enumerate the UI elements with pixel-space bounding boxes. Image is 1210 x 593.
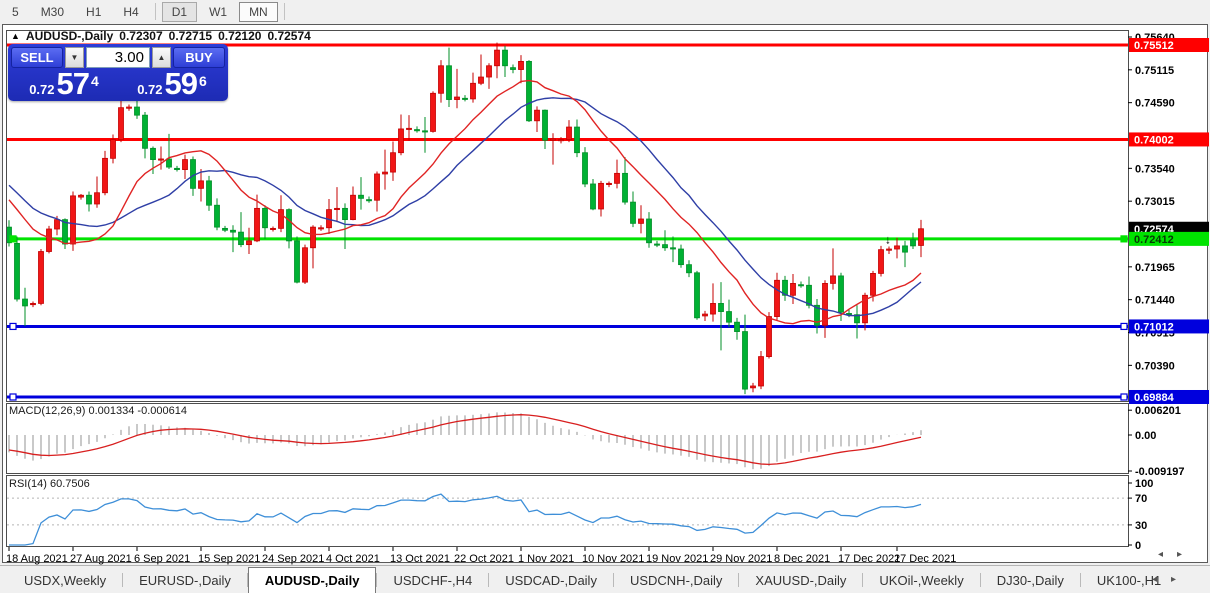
svg-text:27 Dec 2021: 27 Dec 2021 [894, 553, 956, 565]
symbol-tab-ukoil-weekly[interactable]: UKOil-,Weekly [863, 566, 979, 593]
mt4-window: 5M30H1H4D1W1MN ↓0.756400.751150.745900.7… [0, 0, 1210, 593]
svg-text:27 Aug 2021: 27 Aug 2021 [70, 553, 132, 565]
arrow-down-icon: ▼ [71, 53, 79, 62]
svg-text:0.74002: 0.74002 [1134, 134, 1174, 146]
macd-indicator-label: MACD(12,26,9) 0.001334 -0.000614 [9, 405, 187, 417]
svg-text:19 Nov 2021: 19 Nov 2021 [646, 553, 708, 565]
svg-text:22 Oct 2021: 22 Oct 2021 [454, 553, 514, 565]
svg-text:17 Dec 2021: 17 Dec 2021 [838, 553, 900, 565]
svg-text:0.006201: 0.006201 [1135, 405, 1181, 417]
line-handle[interactable] [1121, 394, 1127, 400]
quote-open: 0.72307 [119, 29, 162, 43]
volume-decrease-button[interactable]: ▼ [65, 47, 84, 68]
svg-text:0.73015: 0.73015 [1135, 196, 1175, 208]
svg-text:0.71012: 0.71012 [1134, 321, 1174, 333]
price-axis[interactable]: 0.756400.751150.745900.735400.730150.719… [1128, 32, 1209, 552]
sell-button[interactable]: SELL [11, 47, 63, 68]
arrow-up-icon: ▲ [158, 53, 166, 62]
ask-big-digits: 59 [165, 71, 197, 97]
svg-text:0.74590: 0.74590 [1135, 98, 1175, 110]
symbol-period-label: AUDUSD-,Daily [26, 29, 113, 43]
buy-button[interactable]: BUY [173, 47, 225, 68]
line-handle[interactable] [1121, 323, 1127, 329]
symbol-tab-eurusd-daily[interactable]: EURUSD-,Daily [123, 566, 247, 593]
svg-text:4 Oct 2021: 4 Oct 2021 [326, 553, 380, 565]
pane-borders [7, 31, 1129, 547]
bid-pip-digit: 4 [91, 69, 99, 93]
quote-line: ▲ AUDUSD-,Daily 0.72307 0.72715 0.72120 … [11, 29, 311, 43]
svg-text:24 Sep 2021: 24 Sep 2021 [262, 553, 324, 565]
date-scroll-arrows: ◂ ▸ [1158, 549, 1182, 560]
svg-text:0.71440: 0.71440 [1135, 295, 1175, 307]
tab-scroll-right-icon[interactable]: ▸ [1171, 574, 1176, 585]
scroll-right-icon[interactable]: ▸ [1177, 549, 1182, 560]
tab-scroll-left-icon[interactable]: ◂ [1152, 574, 1157, 585]
svg-text:0.75115: 0.75115 [1135, 65, 1174, 77]
collapse-panel-icon[interactable]: ▲ [11, 31, 20, 41]
svg-text:0.75512: 0.75512 [1134, 40, 1174, 52]
svg-text:100: 100 [1135, 478, 1153, 490]
ask-price-display[interactable]: 0.72 59 6 [119, 69, 225, 98]
scroll-left-icon[interactable]: ◂ [1158, 549, 1163, 560]
ask-prefix: 0.72 [137, 82, 162, 97]
symbol-tab-bar: USDX,WeeklyEURUSD-,DailyAUDUSD-,DailyUSD… [0, 565, 1210, 593]
line-handle[interactable] [10, 394, 16, 400]
ask-pip-digit: 6 [199, 69, 207, 93]
volume-increase-button[interactable]: ▲ [152, 47, 171, 68]
svg-text:15 Sep 2021: 15 Sep 2021 [198, 553, 260, 565]
svg-text:-0.009197: -0.009197 [1135, 466, 1185, 478]
quote-low: 0.72120 [218, 29, 261, 43]
symbol-tab-dj30-daily[interactable]: DJ30-,Daily [981, 566, 1080, 593]
svg-text:30: 30 [1135, 520, 1147, 532]
svg-text:0.72412: 0.72412 [1134, 234, 1174, 246]
svg-text:13 Oct 2021: 13 Oct 2021 [390, 553, 450, 565]
date-axis[interactable]: 18 Aug 202127 Aug 20216 Sep 2021 15 Sep 2… [6, 547, 956, 565]
svg-text:10 Nov 2021: 10 Nov 2021 [582, 553, 644, 565]
svg-text:18 Aug 2021: 18 Aug 2021 [6, 553, 68, 565]
bid-big-digits: 57 [57, 71, 89, 97]
one-click-trade-panel: SELL ▼ ▲ BUY 0.72 57 4 0.72 59 [8, 44, 228, 101]
quote-close: 0.72574 [267, 29, 310, 43]
svg-text:0.00: 0.00 [1135, 430, 1156, 442]
svg-text:8 Dec 2021: 8 Dec 2021 [774, 553, 830, 565]
symbol-tab-audusd-daily[interactable]: AUDUSD-,Daily [248, 567, 377, 593]
svg-text:0.71965: 0.71965 [1135, 262, 1175, 274]
symbol-tab-xauusd-daily[interactable]: XAUUSD-,Daily [739, 566, 862, 593]
svg-text:0: 0 [1135, 540, 1141, 552]
svg-text:0.73540: 0.73540 [1135, 163, 1175, 175]
chart-window: ↓0.756400.751150.745900.735400.730150.71… [2, 24, 1208, 563]
line-handle[interactable] [1121, 236, 1127, 242]
tab-scroll-arrows: ◂ ▸ [1152, 574, 1176, 585]
symbol-tab-usdcnh-daily[interactable]: USDCNH-,Daily [614, 566, 738, 593]
symbol-tab-usdx-weekly[interactable]: USDX,Weekly [8, 566, 122, 593]
symbol-tab-usdcad-daily[interactable]: USDCAD-,Daily [489, 566, 613, 593]
macd-pane [9, 412, 921, 469]
svg-text:70: 70 [1135, 493, 1147, 505]
svg-text:6 Sep 2021: 6 Sep 2021 [134, 553, 190, 565]
bid-prefix: 0.72 [29, 82, 54, 97]
svg-text:29 Nov 2021: 29 Nov 2021 [710, 553, 772, 565]
down-arrow-object[interactable]: ↓ [885, 233, 891, 247]
bid-price-display[interactable]: 0.72 57 4 [11, 69, 117, 98]
symbol-tab-usdchf-h4[interactable]: USDCHF-,H4 [377, 566, 488, 593]
rsi-pane [7, 494, 1128, 545]
line-handle[interactable] [10, 323, 16, 329]
volume-input[interactable] [86, 47, 150, 68]
rsi-indicator-label: RSI(14) 60.7506 [9, 478, 90, 490]
quote-high: 0.72715 [169, 29, 212, 43]
svg-text:0.70390: 0.70390 [1135, 360, 1175, 372]
line-handle[interactable] [10, 236, 16, 242]
svg-text:1 Nov 2021: 1 Nov 2021 [518, 553, 574, 565]
svg-text:0.69884: 0.69884 [1134, 392, 1175, 404]
